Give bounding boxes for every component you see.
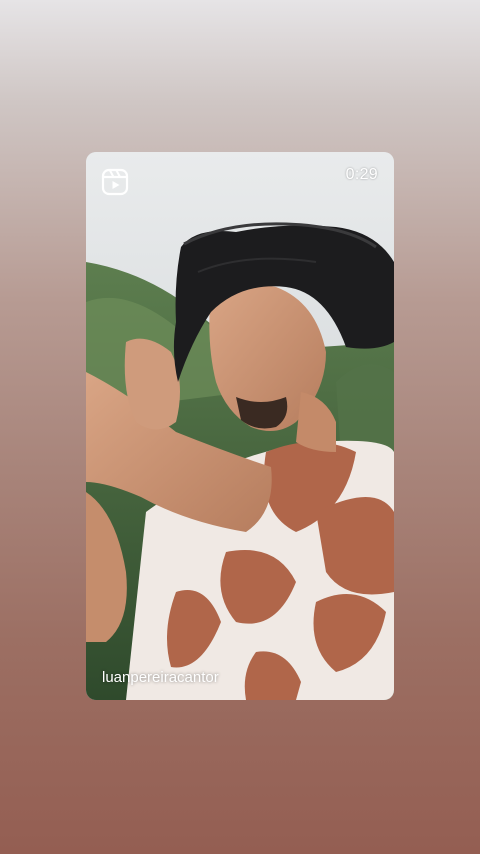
video-duration: 0:29 xyxy=(345,166,378,183)
reels-icon xyxy=(101,168,129,196)
username-label[interactable]: luanpereiracantor xyxy=(102,669,219,686)
reel-video-frame[interactable] xyxy=(86,152,394,700)
story-card[interactable]: 0:29 luanpereiracantor xyxy=(86,152,394,700)
